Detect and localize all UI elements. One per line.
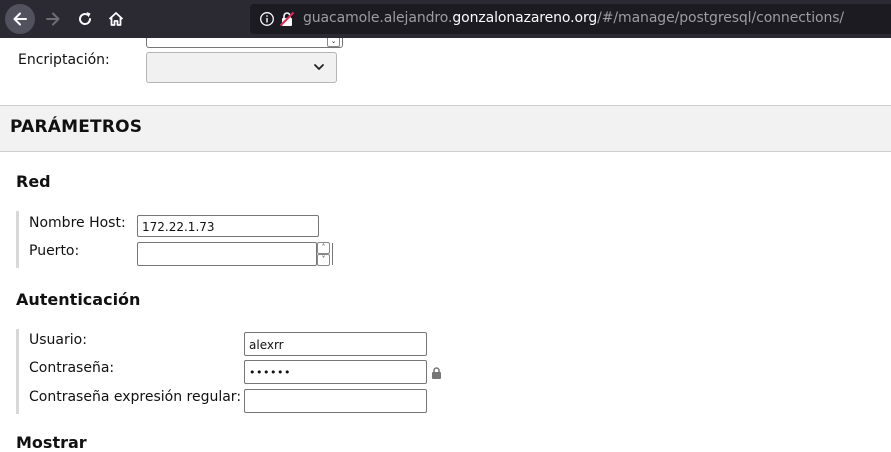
arrow-left-icon (13, 12, 27, 26)
password-regex-input[interactable] (244, 389, 427, 413)
browser-toolbar: guacamole.alejandro.gonzalonazareno.org/… (0, 0, 891, 38)
reload-button[interactable] (70, 4, 100, 34)
authentication-group-title: Autenticación (16, 290, 141, 309)
home-button[interactable] (101, 4, 131, 34)
password-regex-label: Contraseña expresión regular: (29, 389, 242, 405)
insecure-lock-icon[interactable] (279, 11, 295, 27)
url-prefix: guacamole.alejandro. (303, 10, 453, 26)
password-label: Contraseña: (29, 360, 115, 376)
hostname-label: Nombre Host: (29, 215, 126, 231)
forward-button[interactable] (38, 4, 68, 34)
info-icon[interactable] (259, 11, 275, 27)
network-group-bar (16, 211, 19, 268)
reload-icon (79, 12, 92, 25)
lock-icon[interactable] (431, 367, 442, 379)
chevron-up-icon[interactable]: ˄ (317, 242, 330, 254)
port-label: Puerto: (29, 243, 80, 259)
hostname-input[interactable]: 172.22.1.73 (137, 215, 319, 237)
url-path: /#/manage/postgresql/connections/ (597, 10, 845, 26)
encryption-label: Encriptación: (18, 52, 110, 68)
chevron-down-icon[interactable]: ˅ (317, 254, 330, 266)
parameters-section-header: PARÁMETROS (0, 105, 891, 152)
page-content: ⌄ Encriptación: PARÁMETROS Red Nombre Ho… (0, 38, 891, 452)
port-stepper[interactable]: ˄ ˅ (317, 242, 330, 266)
url-text[interactable]: guacamole.alejandro.gonzalonazareno.org/… (303, 10, 844, 26)
url-domain: gonzalonazareno.org (452, 10, 598, 26)
parameters-title: PARÁMETROS (10, 117, 143, 137)
port-input-edge (332, 243, 333, 265)
password-input[interactable]: •••••• (244, 360, 427, 384)
arrow-right-icon (46, 12, 60, 26)
username-input[interactable]: alexrr (244, 332, 427, 356)
encryption-select[interactable] (146, 52, 337, 83)
chevron-down-icon (314, 64, 324, 70)
username-label: Usuario: (29, 332, 87, 348)
url-bar[interactable]: guacamole.alejandro.gonzalonazareno.org/… (250, 4, 891, 34)
display-group-title: Mostrar (16, 433, 87, 452)
home-icon (108, 12, 124, 26)
authentication-group-bar (16, 329, 19, 414)
chevron-down-icon: ⌄ (327, 38, 340, 47)
port-input[interactable]: ˄ ˅ (137, 242, 334, 267)
network-group-title: Red (16, 172, 51, 191)
previous-select[interactable]: ⌄ (146, 38, 343, 48)
port-field[interactable] (137, 242, 317, 266)
back-button[interactable] (5, 4, 35, 34)
